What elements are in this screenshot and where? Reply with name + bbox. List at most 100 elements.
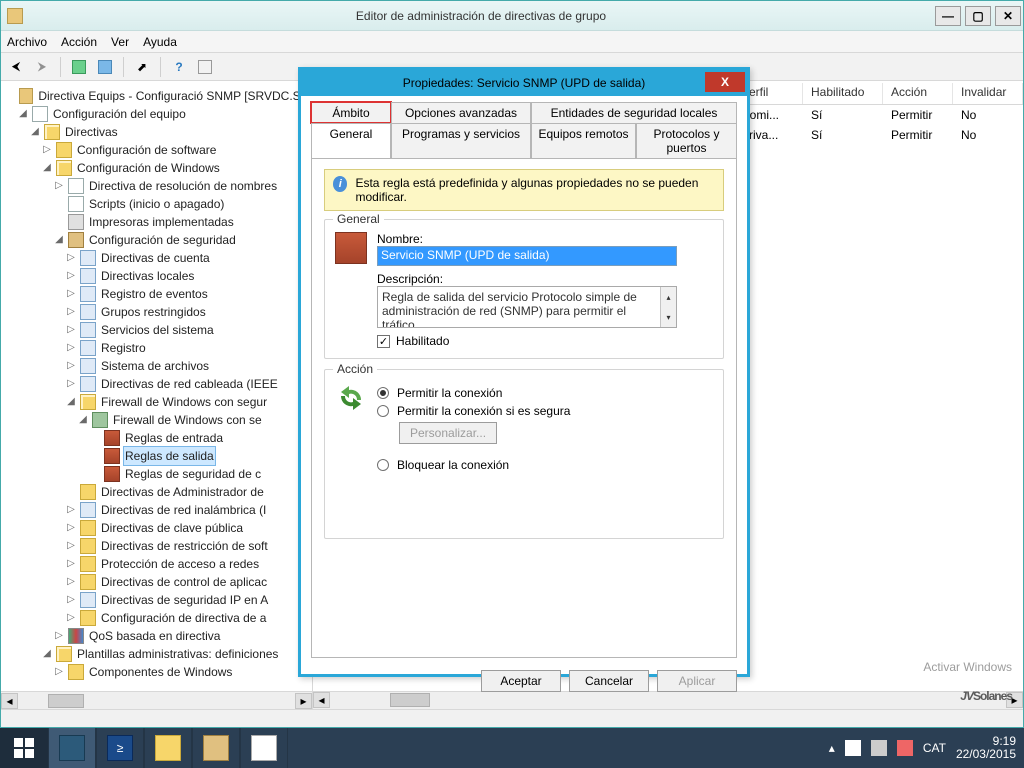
enabled-checkbox[interactable]: ✓ Habilitado [377, 334, 713, 348]
tray-up-icon[interactable]: ▴ [829, 741, 835, 755]
description-input[interactable]: Regla de salida del servicio Protocolo s… [377, 286, 677, 328]
outbound-icon [104, 448, 120, 464]
tab-ambito[interactable]: Ámbito [311, 102, 391, 123]
tab-programas[interactable]: Programas y servicios [391, 123, 531, 158]
radio-block[interactable]: Bloquear la conexión [377, 458, 713, 472]
group-general-label: General [333, 212, 384, 226]
tree-hscroll[interactable]: ◂ ▸ [1, 691, 312, 709]
tree-item[interactable]: Directivas de seguridad IP en A [99, 591, 270, 609]
tab-protocolos[interactable]: Protocolos y puertos [636, 123, 737, 158]
tree-item[interactable]: Firewall de Windows con se [111, 411, 264, 429]
tree-item[interactable]: Registro [99, 339, 148, 357]
tree-item[interactable]: Servicios del sistema [99, 321, 216, 339]
tree-item[interactable]: Reglas de seguridad de c [123, 465, 263, 483]
col-invalidar[interactable]: Invalidar [953, 83, 1023, 104]
scroll-left-icon[interactable]: ◂ [1, 693, 18, 709]
tree-item[interactable]: QoS basada en directiva [87, 627, 222, 645]
properties-button[interactable] [194, 56, 216, 78]
clock[interactable]: 9:19 22/03/2015 [956, 735, 1016, 761]
tab-general[interactable]: General [311, 123, 391, 158]
group-general: General Nombre: Servicio SNMP (UPD de sa… [324, 219, 724, 359]
policy-icon [80, 340, 96, 356]
folder-icon [80, 610, 96, 626]
start-button[interactable] [0, 728, 48, 768]
back-button[interactable]: ⮜ [5, 56, 27, 78]
tree-item[interactable]: Impresoras implementadas [87, 213, 236, 231]
tree-item[interactable]: Configuración de Windows [75, 159, 222, 177]
maximize-button[interactable]: ▢ [965, 6, 991, 26]
tree-item[interactable]: Directivas locales [99, 267, 196, 285]
tree-item[interactable]: Configuración de seguridad [87, 231, 238, 249]
tree-item[interactable]: Directivas de restricción de soft [99, 537, 270, 555]
ok-button[interactable]: Aceptar [481, 670, 561, 692]
cancel-button[interactable]: Cancelar [569, 670, 649, 692]
col-habilitado[interactable]: Habilitado [803, 83, 883, 104]
menu-bar: Archivo Acción Ver Ayuda [1, 31, 1023, 53]
title-bar: Editor de administración de directivas d… [1, 1, 1023, 31]
tree-item[interactable]: Directivas [63, 123, 120, 141]
sound-icon[interactable] [897, 740, 913, 756]
watermark: Activar Windows JVSolanes [923, 660, 1012, 708]
tree-item[interactable]: Configuración de directiva de a [99, 609, 268, 627]
description-label: Descripción: [377, 272, 713, 286]
task-explorer[interactable] [144, 728, 192, 768]
flag-icon[interactable] [845, 740, 861, 756]
tree-item[interactable]: Directivas de cuenta [99, 249, 212, 267]
network-icon[interactable] [871, 740, 887, 756]
tree-item[interactable]: Reglas de entrada [123, 429, 225, 447]
forward-button[interactable]: ⮞ [31, 56, 53, 78]
minimize-button[interactable]: — [935, 6, 961, 26]
tray-lang[interactable]: CAT [923, 741, 946, 755]
tree-item[interactable]: Sistema de archivos [99, 357, 211, 375]
tree-item[interactable]: Protección de acceso a redes [99, 555, 261, 573]
up-button[interactable] [68, 56, 90, 78]
tree-item[interactable]: Scripts (inicio o apagado) [87, 195, 226, 213]
tree-item[interactable]: Firewall de Windows con segur [99, 393, 269, 411]
menu-accion[interactable]: Acción [61, 35, 97, 49]
tree-item[interactable]: Directivas de red cableada (IEEE [99, 375, 280, 393]
details-button[interactable] [94, 56, 116, 78]
task-powershell[interactable]: ≥ [96, 728, 144, 768]
tree-item[interactable]: Configuración del equipo [51, 105, 188, 123]
computer-icon [32, 106, 48, 122]
tree-item[interactable]: Directivas de control de aplicac [99, 573, 269, 591]
export-button[interactable]: ⬈ [131, 56, 153, 78]
radio-allow-secure[interactable]: Permitir la conexión si es segura [377, 404, 713, 418]
radio-allow[interactable]: Permitir la conexión [377, 386, 713, 400]
task-server-manager[interactable] [48, 728, 96, 768]
tree-item[interactable]: Directivas de clave pública [99, 519, 245, 537]
tree-item-selected[interactable]: Reglas de salida [123, 446, 216, 466]
folder-icon [80, 394, 96, 410]
tab-equipos-remotos[interactable]: Equipos remotos [531, 123, 636, 158]
tree-root[interactable]: Directiva Equips - Configuració SNMP [SR… [36, 87, 312, 105]
tab-entidades-seguridad[interactable]: Entidades de seguridad locales [531, 102, 737, 123]
scroll-thumb[interactable] [48, 694, 84, 708]
system-tray[interactable]: ▴ CAT 9:19 22/03/2015 [821, 728, 1024, 768]
tab-opciones-avanzadas[interactable]: Opciones avanzadas [391, 102, 531, 123]
tree-item[interactable]: Componentes de Windows [87, 663, 234, 681]
close-button[interactable]: ✕ [995, 6, 1021, 26]
tree-item[interactable]: Plantillas administrativas: definiciones [75, 645, 280, 663]
menu-archivo[interactable]: Archivo [7, 35, 47, 49]
tree-item[interactable]: Configuración de software [75, 141, 218, 159]
task-notepad[interactable] [240, 728, 288, 768]
apply-button: Aplicar [657, 670, 737, 692]
desc-spinner[interactable]: ▴▾ [660, 287, 676, 327]
name-input[interactable]: Servicio SNMP (UPD de salida) [377, 246, 677, 266]
dialog-close-button[interactable]: X [705, 72, 745, 92]
menu-ver[interactable]: Ver [111, 35, 129, 49]
tree-item[interactable]: Grupos restringidos [99, 303, 208, 321]
policy-icon [80, 322, 96, 338]
policy-tree[interactable]: Directiva Equips - Configuració SNMP [SR… [1, 83, 312, 685]
col-accion[interactable]: Acción [883, 83, 953, 104]
help-button[interactable]: ? [168, 56, 190, 78]
group-action: Acción Permitir la conexión Permitir la … [324, 369, 724, 539]
tree-item[interactable]: Directiva de resolución de nombres [87, 177, 279, 195]
tree-item[interactable]: Directivas de Administrador de [99, 483, 266, 501]
printer-icon [68, 214, 84, 230]
task-gpm[interactable] [192, 728, 240, 768]
tree-item[interactable]: Registro de eventos [99, 285, 210, 303]
status-bar [1, 709, 1023, 727]
tree-item[interactable]: Directivas de red inalámbrica (I [99, 501, 268, 519]
menu-ayuda[interactable]: Ayuda [143, 35, 177, 49]
